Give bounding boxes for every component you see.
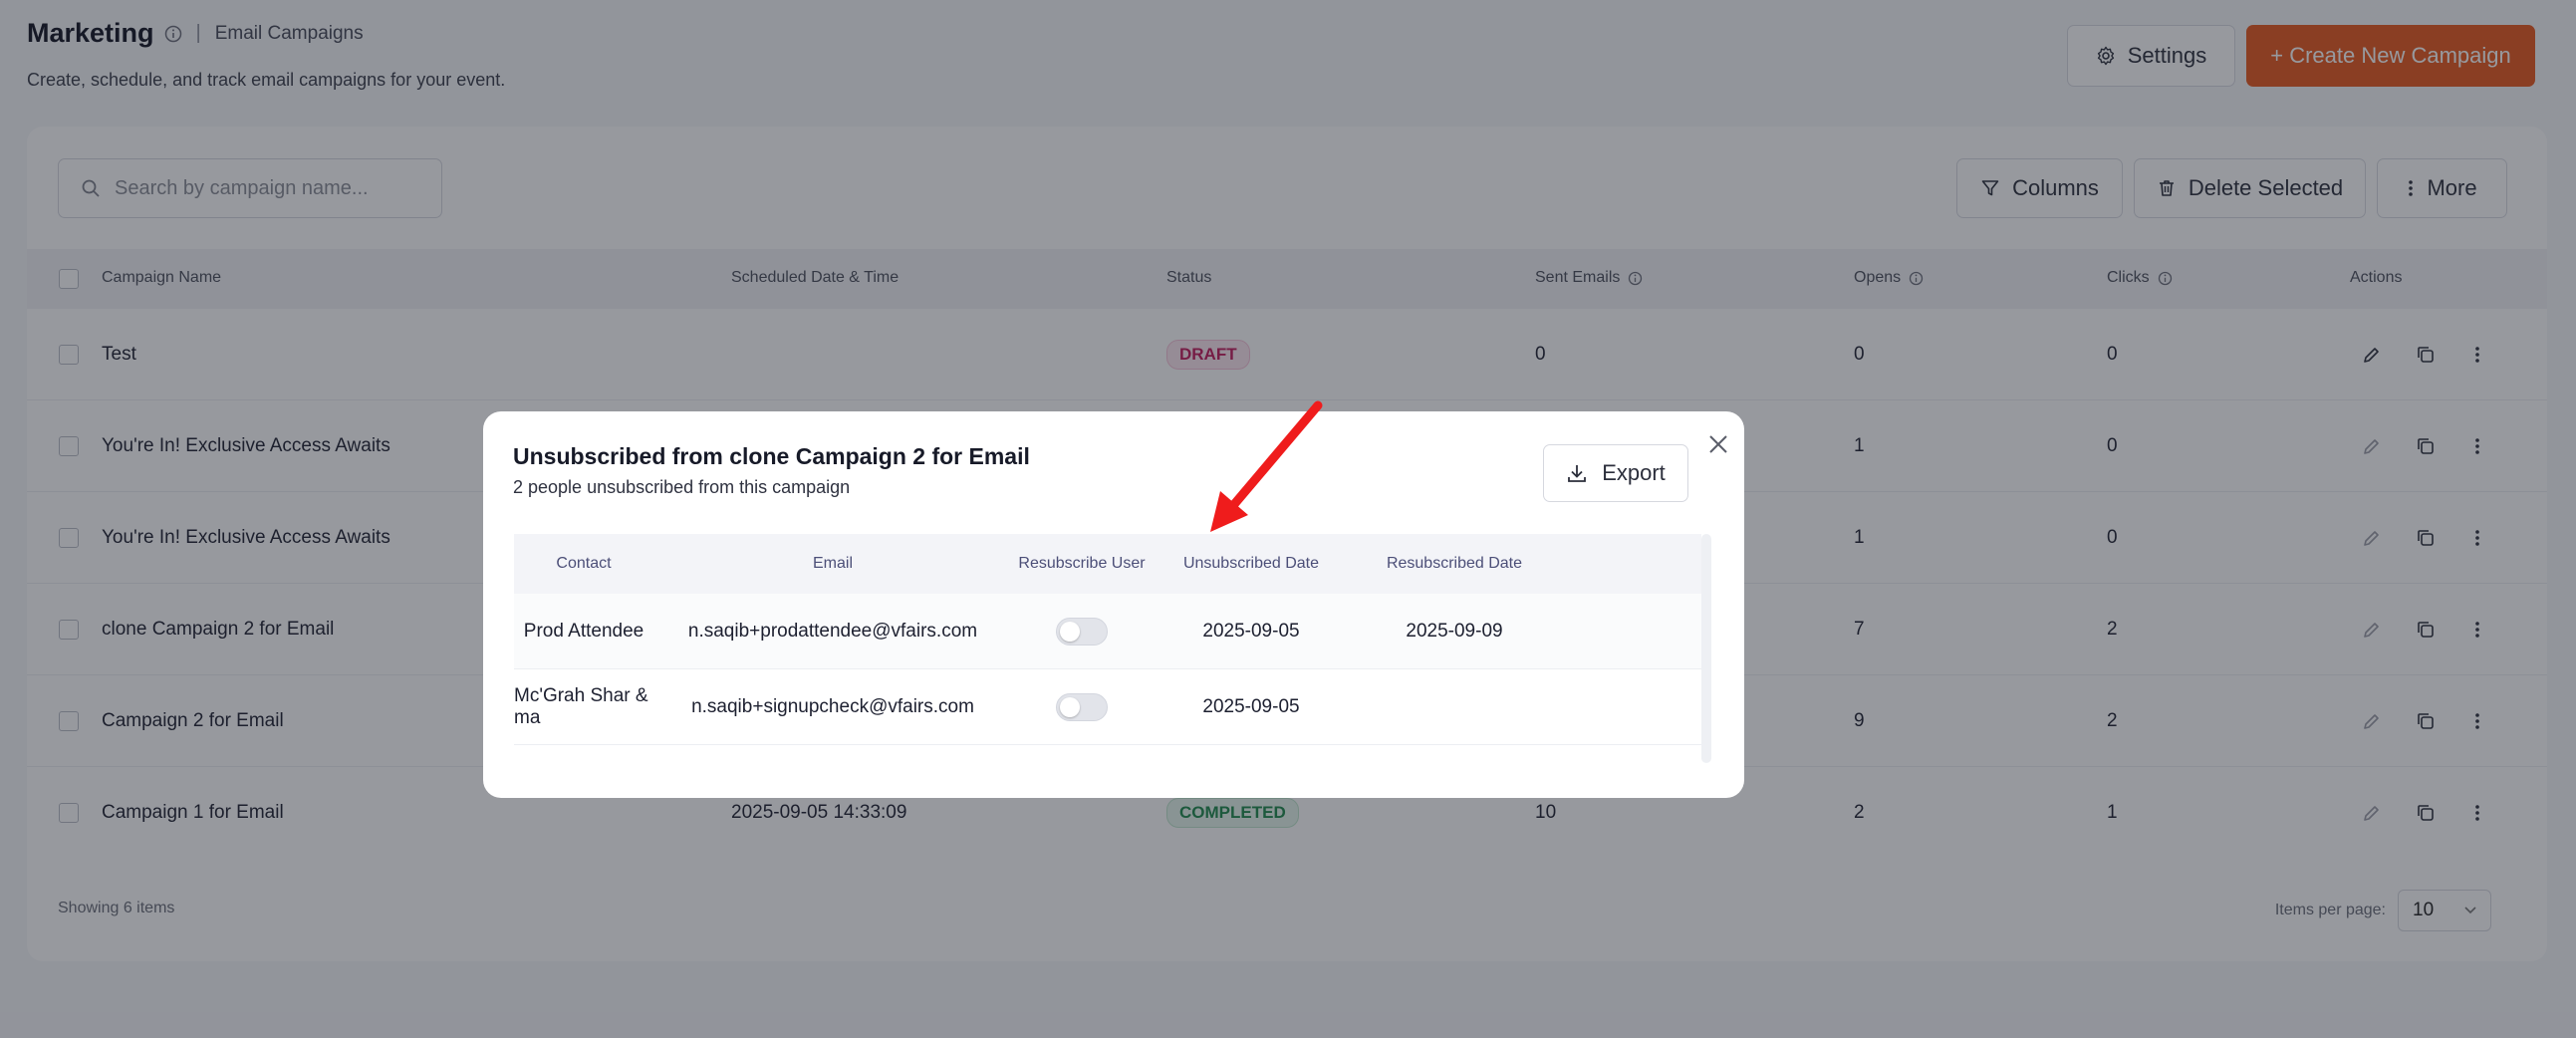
unsubscribed-modal: Unsubscribed from clone Campaign 2 for E… — [483, 411, 1744, 798]
download-icon — [1568, 465, 1587, 482]
modal-table-scrollbar[interactable] — [1701, 534, 1711, 763]
modal-subtitle: 2 people unsubscribed from this campaign — [513, 477, 851, 497]
contact-email: n.saqib+prodattendee@vfairs.com — [687, 621, 978, 642]
table-row: Mc'Grah Shar & ma n.saqib+signupcheck@vf… — [514, 669, 1701, 745]
resubscribed-date — [1351, 669, 1558, 745]
modal-title: Unsubscribed from clone Campaign 2 for E… — [513, 443, 1030, 469]
contact-name: Prod Attendee — [523, 621, 644, 642]
resubscribed-date: 2025-09-09 — [1406, 621, 1503, 642]
annotation-arrow-icon — [1210, 400, 1323, 532]
modal-table-header: Contact Email Resubscribe User Unsubscri… — [514, 534, 1701, 594]
contact-email: n.saqib+signupcheck@vfairs.com — [691, 696, 974, 717]
contact-name: Mc'Grah Shar & ma — [514, 685, 648, 728]
unsubscribed-date: 2025-09-05 — [1202, 621, 1300, 642]
header-contact: Contact — [556, 555, 612, 572]
header-resubscribe: Resubscribe User — [1018, 555, 1146, 572]
header-email: Email — [812, 555, 853, 572]
export-label: Export — [1602, 460, 1666, 485]
unsubscribed-table: Contact Email Resubscribe User Unsubscri… — [514, 534, 1701, 763]
resubscribe-toggle[interactable] — [1056, 618, 1108, 646]
export-button[interactable]: Export — [1543, 444, 1688, 502]
close-icon[interactable] — [1704, 430, 1732, 458]
header-resubscribed-date: Resubscribed Date — [1386, 555, 1523, 572]
table-row: Prod Attendee n.saqib+prodattendee@vfair… — [514, 594, 1701, 669]
resubscribe-toggle[interactable] — [1056, 693, 1108, 721]
unsubscribed-date: 2025-09-05 — [1202, 696, 1300, 717]
header-unsubscribed-date: Unsubscribed Date — [1182, 555, 1320, 572]
